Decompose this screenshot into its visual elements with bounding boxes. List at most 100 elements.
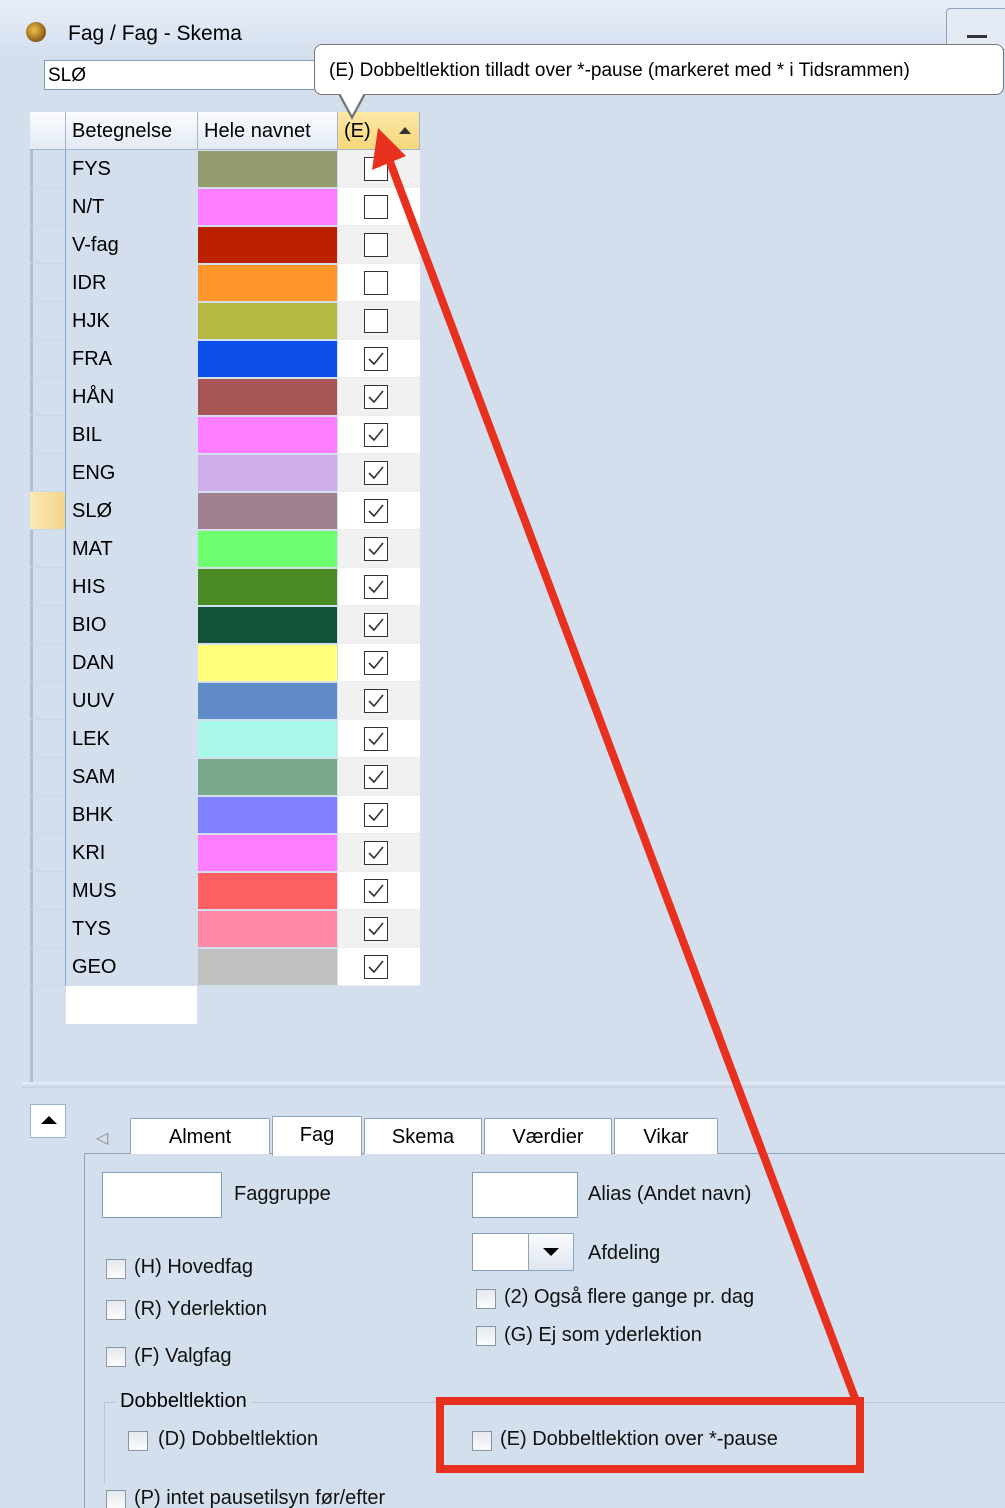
e-cell[interactable] — [338, 378, 420, 416]
tab-skema[interactable]: Skema — [364, 1118, 482, 1154]
table-row[interactable]: GEO — [30, 948, 420, 986]
betegnelse-cell[interactable]: V-fag — [66, 226, 197, 264]
checked-checkbox[interactable] — [364, 461, 388, 485]
tab-alment[interactable]: Alment — [130, 1118, 270, 1154]
checked-checkbox[interactable] — [364, 841, 388, 865]
e-cell[interactable] — [338, 910, 420, 948]
e-cell[interactable] — [338, 302, 420, 340]
row-header[interactable] — [30, 644, 66, 682]
row-header[interactable] — [30, 872, 66, 910]
table-row[interactable]: BIL — [30, 416, 420, 454]
betegnelse-cell[interactable]: SLØ — [66, 492, 197, 530]
checked-checkbox[interactable] — [364, 499, 388, 523]
checked-checkbox[interactable] — [364, 537, 388, 561]
color-cell[interactable] — [198, 455, 337, 491]
unchecked-checkbox[interactable] — [364, 195, 388, 219]
checked-checkbox[interactable] — [364, 613, 388, 637]
faggruppe-input[interactable] — [102, 1172, 222, 1218]
table-row[interactable]: BHK — [30, 796, 420, 834]
color-cell[interactable] — [198, 759, 337, 795]
e-cell[interactable] — [338, 188, 420, 226]
row-header[interactable] — [30, 226, 66, 264]
betegnelse-cell[interactable]: ENG — [66, 454, 197, 492]
betegnelse-cell[interactable]: GEO — [66, 948, 197, 986]
table-row[interactable]: TYS — [30, 910, 420, 948]
tab-vaerdier[interactable]: Værdier — [484, 1118, 612, 1154]
row-header[interactable] — [30, 948, 66, 986]
color-cell[interactable] — [198, 835, 337, 871]
checked-checkbox[interactable] — [364, 879, 388, 903]
table-row[interactable]: FYS — [30, 150, 420, 188]
table-row[interactable]: SAM — [30, 758, 420, 796]
row-header[interactable] — [30, 796, 66, 834]
tab-scroll-left-icon[interactable]: ◁ — [96, 1128, 108, 1148]
e-cell[interactable] — [338, 872, 420, 910]
checked-checkbox[interactable] — [364, 803, 388, 827]
color-cell[interactable] — [198, 911, 337, 947]
table-row[interactable]: MUS — [30, 872, 420, 910]
e-cell[interactable] — [338, 416, 420, 454]
row-header[interactable] — [30, 568, 66, 606]
table-row[interactable]: HIS — [30, 568, 420, 606]
pausetilsyn-checkbox[interactable] — [106, 1490, 126, 1508]
dobbeltlektion-checkbox[interactable] — [128, 1431, 148, 1451]
betegnelse-cell[interactable]: HIS — [66, 568, 197, 606]
row-header[interactable] — [30, 188, 66, 226]
flere-gange-checkbox[interactable] — [476, 1289, 496, 1309]
collapse-button[interactable] — [30, 1104, 66, 1138]
color-cell[interactable] — [198, 227, 337, 263]
row-header[interactable] — [30, 606, 66, 644]
color-cell[interactable] — [198, 607, 337, 643]
e-cell[interactable] — [338, 150, 420, 188]
checked-checkbox[interactable] — [364, 651, 388, 675]
color-cell[interactable] — [198, 189, 337, 225]
betegnelse-cell[interactable]: IDR — [66, 264, 197, 302]
unchecked-checkbox[interactable] — [364, 233, 388, 257]
table-row[interactable]: HJK — [30, 302, 420, 340]
hovedfag-checkbox[interactable] — [106, 1259, 126, 1279]
betegnelse-cell[interactable]: HÅN — [66, 378, 197, 416]
betegnelse-cell[interactable]: BIO — [66, 606, 197, 644]
row-header[interactable] — [30, 302, 66, 340]
e-cell[interactable] — [338, 568, 420, 606]
e-cell[interactable] — [338, 682, 420, 720]
e-cell[interactable] — [338, 454, 420, 492]
table-row[interactable]: ENG — [30, 454, 420, 492]
row-header[interactable] — [30, 454, 66, 492]
checked-checkbox[interactable] — [364, 955, 388, 979]
color-cell[interactable] — [198, 379, 337, 415]
color-cell[interactable] — [198, 683, 337, 719]
valgfag-checkbox[interactable] — [106, 1347, 126, 1367]
checked-checkbox[interactable] — [364, 727, 388, 751]
ej-yderlektion-checkbox[interactable] — [476, 1326, 496, 1346]
table-row[interactable]: MAT — [30, 530, 420, 568]
dobbelt-pause-checkbox[interactable] — [472, 1431, 492, 1451]
checked-checkbox[interactable] — [364, 917, 388, 941]
unchecked-checkbox[interactable] — [364, 271, 388, 295]
e-cell[interactable] — [338, 644, 420, 682]
checked-checkbox[interactable] — [364, 689, 388, 713]
e-cell[interactable] — [338, 758, 420, 796]
betegnelse-cell[interactable]: MUS — [66, 872, 197, 910]
table-row[interactable]: KRI — [30, 834, 420, 872]
color-cell[interactable] — [198, 151, 337, 187]
row-header[interactable] — [30, 720, 66, 758]
color-cell[interactable] — [198, 493, 337, 529]
checked-checkbox[interactable] — [364, 575, 388, 599]
afdeling-select[interactable] — [472, 1233, 530, 1271]
e-cell[interactable] — [338, 530, 420, 568]
table-row[interactable]: IDR — [30, 264, 420, 302]
row-header[interactable] — [30, 416, 66, 454]
betegnelse-cell[interactable]: SAM — [66, 758, 197, 796]
row-header[interactable] — [30, 530, 66, 568]
e-cell[interactable] — [338, 340, 420, 378]
color-cell[interactable] — [198, 645, 337, 681]
tab-vikar[interactable]: Vikar — [614, 1118, 718, 1154]
betegnelse-cell[interactable]: UUV — [66, 682, 197, 720]
row-header[interactable] — [30, 150, 66, 188]
row-header[interactable] — [30, 340, 66, 378]
row-header[interactable] — [30, 910, 66, 948]
checked-checkbox[interactable] — [364, 347, 388, 371]
betegnelse-cell[interactable]: BIL — [66, 416, 197, 454]
row-header[interactable] — [30, 492, 66, 530]
